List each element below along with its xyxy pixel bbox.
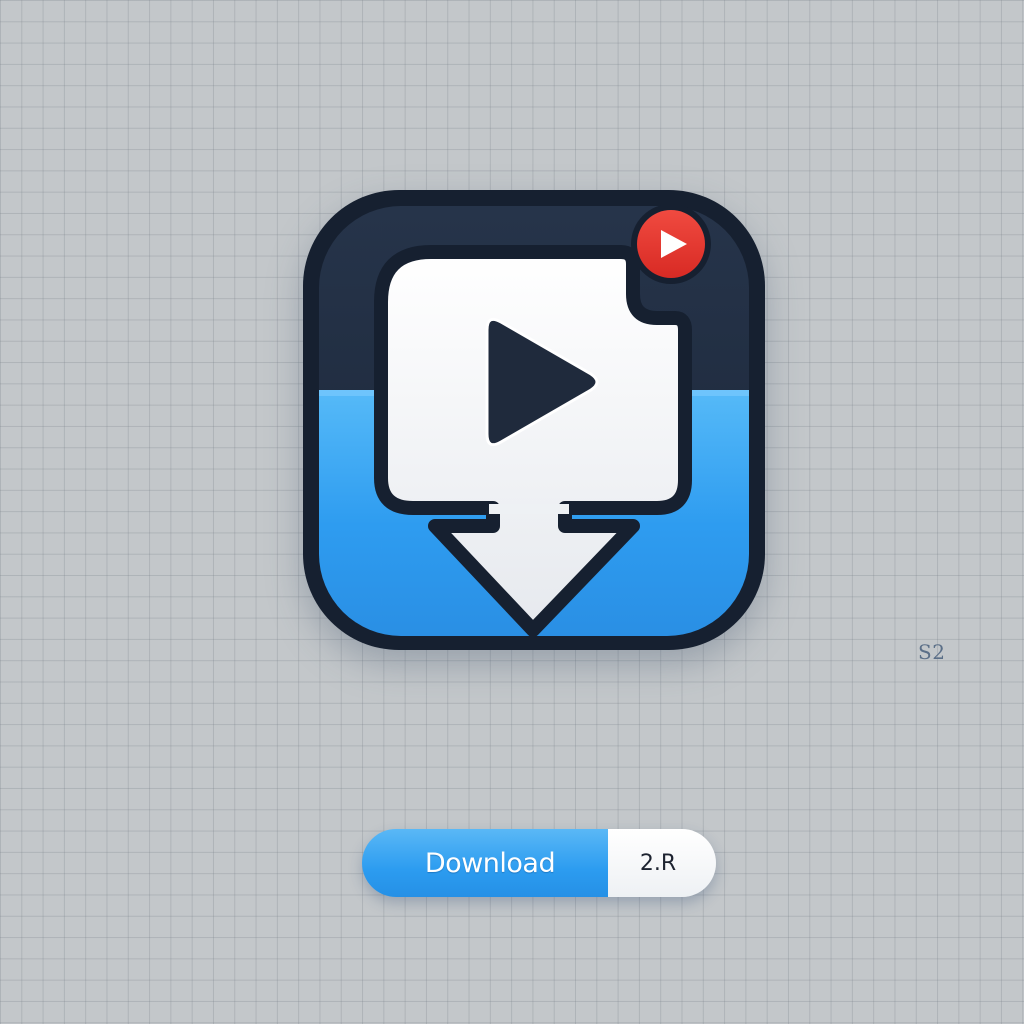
app-icon[interactable]: [303, 190, 765, 650]
download-button-label: Download: [424, 847, 556, 879]
red-play-badge-icon: [631, 204, 711, 284]
download-control: Download 2.R: [362, 829, 716, 897]
version-badge: 2.R: [608, 829, 716, 897]
version-label: 2.R: [639, 850, 677, 876]
corner-label: S2: [918, 640, 946, 664]
download-button[interactable]: Download: [362, 829, 608, 897]
